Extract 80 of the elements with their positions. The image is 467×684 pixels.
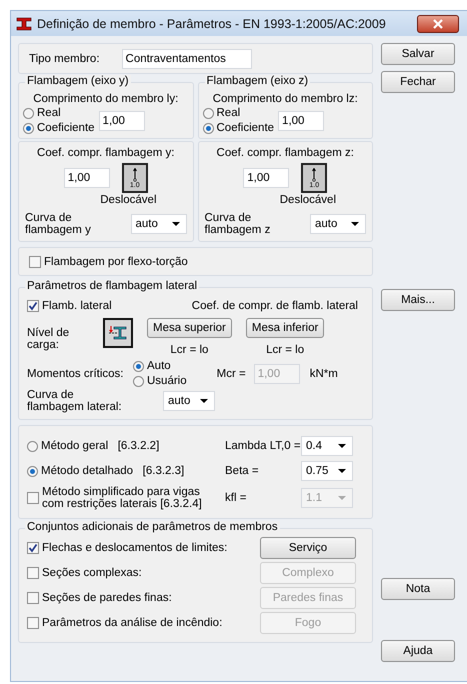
formula-text: Lcr = lo bbox=[266, 344, 304, 356]
radio-label: Auto bbox=[147, 360, 171, 372]
checkbox-label: Método simplificado para vigas com restrições laterais [6.3.2.4] bbox=[42, 486, 203, 510]
checkbox[interactable] bbox=[27, 542, 39, 554]
field-label: Coef. compr. flambagem z: bbox=[216, 147, 355, 159]
radio-label: Coeficiente bbox=[37, 122, 95, 134]
field-label: Curva de flambagem y bbox=[25, 212, 92, 236]
field-label: Tipo membro: bbox=[29, 52, 100, 64]
flange-button[interactable]: Mesa inferior bbox=[246, 318, 324, 338]
dropdown[interactable]: auto bbox=[310, 214, 366, 234]
dropdown[interactable]: 0.75 bbox=[301, 461, 353, 481]
radio-label: Coeficiente bbox=[216, 122, 274, 134]
radio-button[interactable] bbox=[23, 108, 34, 118]
group-title: Flambagem (eixo y) bbox=[25, 75, 131, 87]
flange-button[interactable]: Mesa superior bbox=[147, 318, 232, 338]
dropdown[interactable]: 0.4 bbox=[301, 436, 353, 456]
field-label: Beta = bbox=[225, 465, 260, 477]
checkbox-label: Flamb. lateral bbox=[42, 300, 112, 312]
dialog-button[interactable]: Ajuda bbox=[381, 640, 455, 662]
radio-button[interactable] bbox=[133, 376, 144, 386]
field-label: Momentos críticos: bbox=[27, 368, 124, 380]
group-title: Conjuntos adicionais de parâmetros de membros bbox=[25, 521, 280, 533]
load-level-button[interactable] bbox=[103, 318, 133, 348]
close-icon bbox=[433, 18, 443, 28]
field-label: Curva de flambagem z bbox=[204, 212, 272, 236]
dropdown[interactable]: auto bbox=[130, 214, 186, 234]
checkbox-label: Parâmetros da análise de incêndio: bbox=[42, 617, 222, 629]
dialog-button[interactable]: Salvar bbox=[381, 43, 455, 65]
radio-label: Método geral [6.3.2.2] bbox=[41, 440, 160, 452]
window-title: Definição de membro - Parâmetros - EN 1993-1:2005/AC:2009 bbox=[37, 16, 386, 30]
checkbox-label: Flechas e deslocamentos de limites: bbox=[42, 542, 228, 554]
radio-button[interactable] bbox=[202, 108, 214, 118]
beam-icon bbox=[107, 324, 129, 342]
dialog-button[interactable]: Nota bbox=[381, 578, 455, 600]
formula-text: Lcr = lo bbox=[170, 344, 208, 356]
caret-icon bbox=[338, 469, 346, 473]
input-field[interactable]: 1,00 bbox=[64, 168, 110, 188]
caret-icon bbox=[200, 399, 208, 403]
radio-button[interactable] bbox=[27, 440, 38, 452]
field-label: Lambda LT,0 = bbox=[225, 440, 301, 452]
section-label: Coef. de compr. de flamb. lateral bbox=[192, 300, 358, 312]
checkbox-label: Seções complexas: bbox=[42, 567, 142, 579]
radio-button[interactable] bbox=[23, 122, 34, 134]
radio-button[interactable] bbox=[202, 122, 214, 134]
caret-icon bbox=[338, 444, 346, 448]
field-label: Curva de flambagem lateral: bbox=[27, 389, 123, 413]
group-title: Parâmetros de flambagem lateral bbox=[25, 280, 200, 292]
field-label: Coef. compr. flambagem y: bbox=[36, 147, 176, 159]
field-label: Nível de carga: bbox=[27, 327, 70, 351]
radio-label: Método detalhado [6.3.2.3] bbox=[41, 465, 184, 477]
field-label: Mcr = bbox=[216, 368, 246, 380]
radio-button[interactable] bbox=[27, 466, 38, 476]
input-field[interactable]: 1,00 bbox=[278, 110, 324, 130]
group-title: Flambagem (eixo z) bbox=[204, 75, 310, 87]
dialog-button[interactable]: Fechar bbox=[381, 71, 455, 93]
radio-label: Real bbox=[37, 107, 61, 119]
caret-icon bbox=[338, 496, 346, 500]
checkbox[interactable] bbox=[29, 256, 41, 268]
field-label: kfl = bbox=[225, 492, 248, 504]
set-button[interactable]: Serviço bbox=[260, 537, 356, 559]
radio-label: Usuário bbox=[147, 375, 187, 387]
dropdown[interactable]: auto bbox=[163, 391, 215, 411]
support-label: Deslocável bbox=[278, 194, 337, 206]
field-label: Comprimento do membro lz: bbox=[212, 93, 359, 105]
close-button[interactable] bbox=[417, 14, 459, 32]
checkbox[interactable] bbox=[27, 300, 39, 312]
support-label: Deslocável bbox=[99, 194, 158, 206]
input-field[interactable]: 1,00 bbox=[98, 110, 145, 130]
radio-button[interactable] bbox=[133, 360, 144, 372]
radio-label: Real bbox=[216, 107, 240, 119]
beam-icon bbox=[16, 16, 32, 30]
caret-icon bbox=[351, 222, 359, 226]
unit-label: kN*m bbox=[310, 368, 338, 380]
checkbox-label: Flambagem por flexo-torção bbox=[44, 256, 188, 268]
caret-icon bbox=[172, 222, 180, 226]
checkbox-label: Seções de paredes finas: bbox=[42, 592, 172, 604]
dialog-button[interactable]: Mais... bbox=[381, 289, 455, 311]
input-field[interactable]: Contraventamentos bbox=[122, 48, 252, 68]
field-label: Comprimento do membro ly: bbox=[32, 93, 180, 105]
input-field[interactable]: 1,00 bbox=[243, 168, 290, 188]
